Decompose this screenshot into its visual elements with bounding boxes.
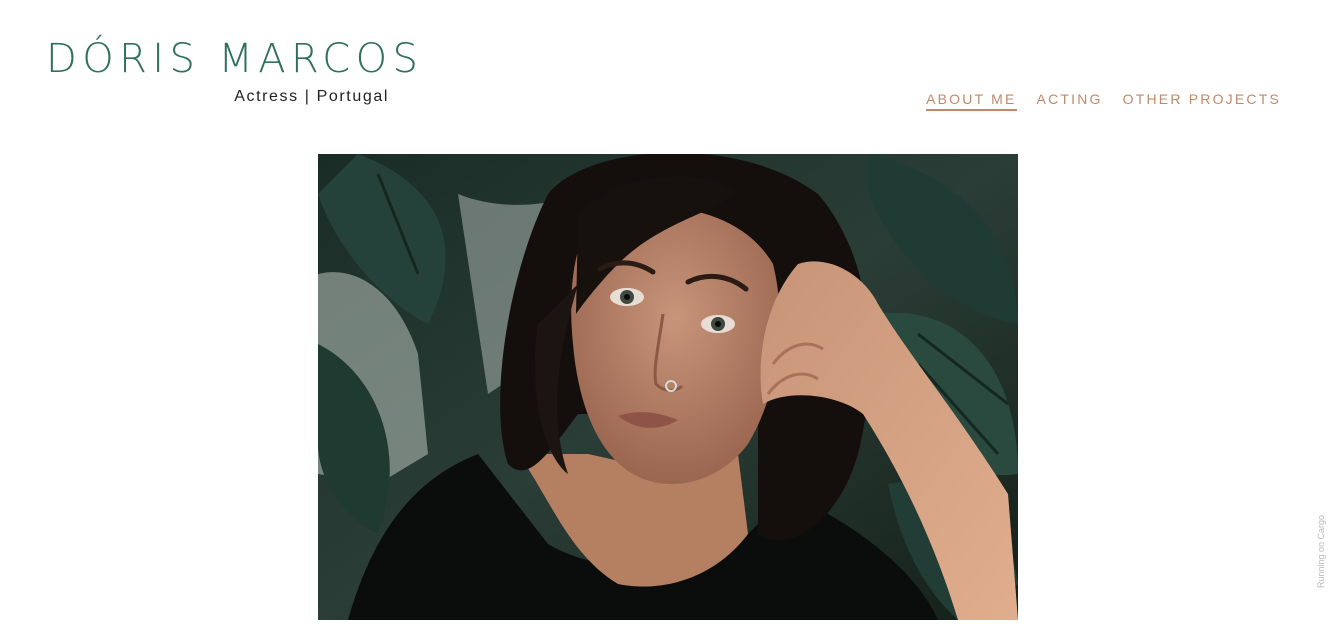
site-subtitle: Actress | Portugal [234,88,389,105]
nav-acting[interactable]: ACTING [1037,91,1103,111]
nav-about-me[interactable]: ABOUT ME [926,91,1017,111]
portrait-illustration [318,154,1018,620]
running-on-cargo-badge[interactable]: Running on Cargo [1316,515,1326,588]
main-nav: ABOUT ME ACTING OTHER PROJECTS [926,91,1281,111]
portrait-photo [318,154,1018,620]
nav-other-projects[interactable]: OTHER PROJECTS [1123,91,1281,111]
site-title[interactable]: DÓRIS MARCOS [46,36,423,82]
